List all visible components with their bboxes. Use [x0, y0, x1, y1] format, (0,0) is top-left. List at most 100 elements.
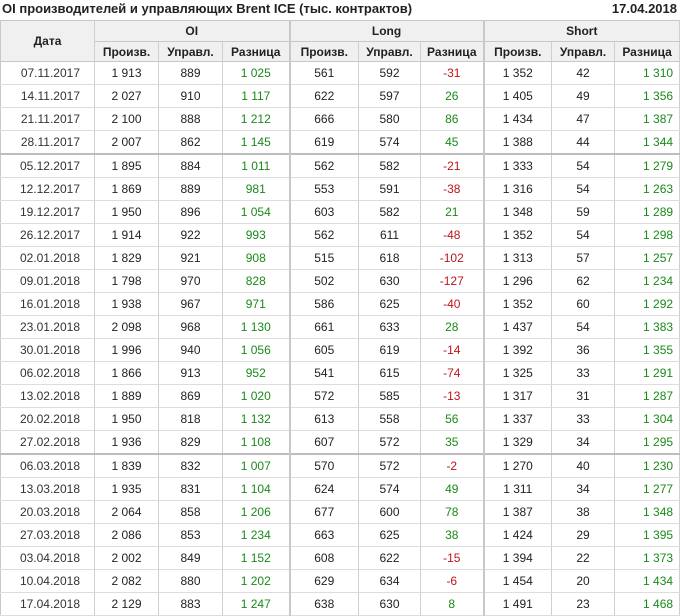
- cell-long-prod: 562: [288, 223, 360, 247]
- cell-oi-prod: 1 996: [94, 338, 159, 362]
- cell-long-diff: -48: [420, 223, 485, 247]
- cell-oi-prod: 2 100: [94, 107, 159, 131]
- cell-short-prod: 1 454: [482, 569, 553, 593]
- cell-long-diff: -40: [420, 292, 485, 316]
- cell-long-manag: 580: [358, 107, 422, 131]
- cell-short-diff: 1 348: [614, 500, 680, 524]
- cell-long-manag: 592: [358, 61, 422, 85]
- cell-date: 30.01.2018: [0, 338, 95, 362]
- cell-oi-diff: 1 117: [222, 84, 291, 108]
- cell-oi-diff: 1 202: [222, 569, 291, 593]
- table-row: 17.04.2018 2 129 883 1 247 638 630 8 1 491 23 1 4…: [0, 592, 680, 616]
- cell-oi-manag: 883: [158, 592, 223, 616]
- cell-short-manag: 57: [551, 246, 616, 270]
- cell-long-prod: 629: [288, 569, 360, 593]
- cell-long-prod: 561: [288, 61, 360, 85]
- cell-long-prod: 661: [288, 315, 360, 339]
- cell-short-diff: 1 279: [614, 153, 680, 178]
- cell-short-prod: 1 313: [482, 246, 553, 270]
- cell-date: 17.04.2018: [0, 592, 95, 616]
- cell-oi-prod: 1 950: [94, 407, 159, 431]
- table-row: 27.02.2018 1 936 829 1 108 607 572 35 1 329 34 1 …: [0, 430, 680, 455]
- cell-short-diff: 1 373: [614, 546, 680, 570]
- table-row: 21.11.2017 2 100 888 1 212 666 580 86 1 434 47 1 …: [0, 107, 680, 131]
- cell-long-manag: 634: [358, 569, 422, 593]
- table-row: 13.02.2018 1 889 869 1 020 572 585 -13 1 317 31 1…: [0, 384, 680, 408]
- positions-table: Дата OI Long Short Произв. Управл. Разни…: [0, 20, 680, 616]
- cell-long-prod: 622: [288, 84, 360, 108]
- cell-oi-prod: 1 798: [94, 269, 159, 293]
- cell-oi-diff: 1 025: [222, 61, 291, 85]
- report-date: 17.04.2018: [611, 1, 677, 16]
- cell-oi-manag: 967: [158, 292, 223, 316]
- cell-long-manag: 615: [358, 361, 422, 385]
- cell-date: 27.02.2018: [0, 430, 95, 455]
- cell-long-prod: 572: [288, 384, 360, 408]
- cell-long-manag: 591: [358, 177, 422, 201]
- cell-oi-diff: 1 108: [222, 430, 291, 455]
- cell-long-prod: 541: [288, 361, 360, 385]
- cell-short-prod: 1 296: [482, 269, 553, 293]
- cell-oi-prod: 2 007: [94, 130, 159, 155]
- cell-date: 03.04.2018: [0, 546, 95, 570]
- cell-long-manag: 582: [358, 200, 422, 224]
- cell-short-prod: 1 352: [482, 61, 553, 85]
- page-title: OI производителей и управляющих Brent IC…: [2, 1, 413, 16]
- cell-oi-diff: 1 054: [222, 200, 291, 224]
- cell-oi-prod: 2 002: [94, 546, 159, 570]
- cell-date: 06.03.2018: [0, 453, 95, 478]
- cell-oi-prod: 1 913: [94, 61, 159, 85]
- cell-long-prod: 608: [288, 546, 360, 570]
- cell-date: 06.02.2018: [0, 361, 95, 385]
- cell-short-diff: 1 310: [614, 61, 680, 85]
- cell-short-manag: 29: [551, 523, 616, 547]
- cell-oi-prod: 2 086: [94, 523, 159, 547]
- cell-oi-prod: 1 938: [94, 292, 159, 316]
- cell-date: 28.11.2017: [0, 130, 95, 155]
- cell-short-diff: 1 234: [614, 269, 680, 293]
- cell-date: 12.12.2017: [0, 177, 95, 201]
- cell-oi-prod: 1 895: [94, 153, 159, 178]
- cell-oi-prod: 1 935: [94, 477, 159, 501]
- cell-short-diff: 1 277: [614, 477, 680, 501]
- cell-oi-manag: 968: [158, 315, 223, 339]
- header-short-prod: Произв.: [482, 41, 553, 62]
- cell-short-diff: 1 387: [614, 107, 680, 131]
- cell-oi-prod: 1 914: [94, 223, 159, 247]
- cell-long-diff: -2: [420, 453, 485, 478]
- table-row: 12.12.2017 1 869 889 981 553 591 -38 1 316 54 1 2…: [0, 177, 680, 201]
- cell-oi-manag: 922: [158, 223, 223, 247]
- cell-oi-prod: 2 098: [94, 315, 159, 339]
- cell-oi-diff: 971: [222, 292, 291, 316]
- table-body: 07.11.2017 1 913 889 1 025 561 592 -31 1 352 42 1…: [0, 61, 680, 616]
- cell-oi-diff: 1 152: [222, 546, 291, 570]
- cell-oi-diff: 993: [222, 223, 291, 247]
- table-row: 16.01.2018 1 938 967 971 586 625 -40 1 352 60 1 2…: [0, 292, 680, 316]
- cell-long-manag: 625: [358, 523, 422, 547]
- table-row: 23.01.2018 2 098 968 1 130 661 633 28 1 437 54 1 …: [0, 315, 680, 339]
- cell-short-prod: 1 270: [482, 453, 553, 478]
- cell-oi-prod: 1 829: [94, 246, 159, 270]
- cell-short-diff: 1 298: [614, 223, 680, 247]
- header-long-prod: Произв.: [288, 41, 360, 62]
- cell-oi-prod: 2 082: [94, 569, 159, 593]
- cell-date: 09.01.2018: [0, 269, 95, 293]
- cell-short-prod: 1 352: [482, 223, 553, 247]
- cell-date: 21.11.2017: [0, 107, 95, 131]
- cell-oi-manag: 853: [158, 523, 223, 547]
- table-row: 02.01.2018 1 829 921 908 515 618 -102 1 313 57 1 …: [0, 246, 680, 270]
- cell-short-diff: 1 344: [614, 130, 680, 155]
- header-short-manag: Управл.: [551, 41, 616, 62]
- cell-long-diff: -31: [420, 61, 485, 85]
- header-oi-manag: Управл.: [158, 41, 223, 62]
- cell-date: 05.12.2017: [0, 153, 95, 178]
- cell-oi-prod: 1 950: [94, 200, 159, 224]
- cell-long-prod: 607: [288, 430, 360, 455]
- cell-short-diff: 1 295: [614, 430, 680, 455]
- cell-long-diff: -38: [420, 177, 485, 201]
- title-bar: OI производителей и управляющих Brent IC…: [0, 0, 680, 20]
- cell-oi-manag: 818: [158, 407, 223, 431]
- cell-long-prod: 562: [288, 153, 360, 178]
- cell-long-prod: 619: [288, 130, 360, 155]
- cell-short-prod: 1 434: [482, 107, 553, 131]
